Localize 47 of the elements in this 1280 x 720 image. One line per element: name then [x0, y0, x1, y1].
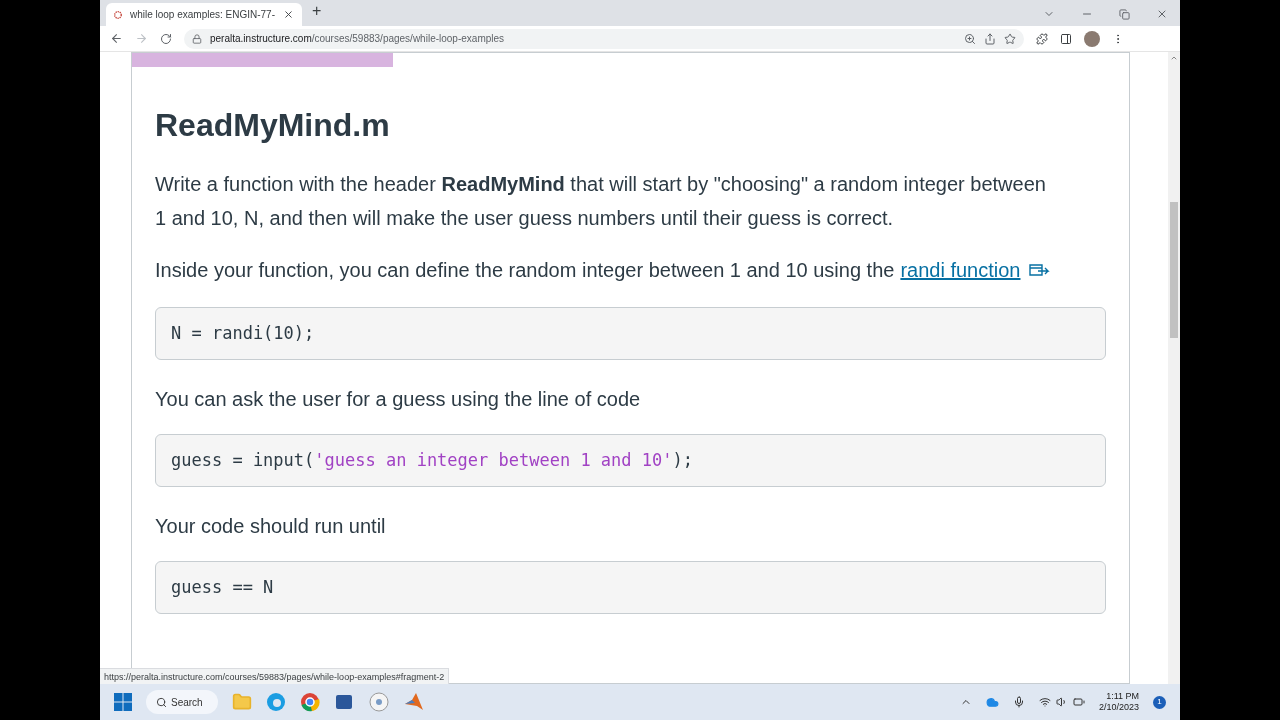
- lock-icon: [192, 33, 202, 44]
- new-tab-button[interactable]: +: [312, 0, 322, 23]
- search-icon: [156, 696, 167, 708]
- reload-icon[interactable]: [160, 32, 172, 45]
- matlab-icon[interactable]: [404, 692, 424, 712]
- restore-icon[interactable]: [1119, 8, 1130, 20]
- bookmark-icon[interactable]: [1004, 32, 1016, 45]
- recorder-icon[interactable]: [368, 691, 390, 713]
- cloud-icon[interactable]: [985, 695, 999, 709]
- code-block: guess == N: [155, 561, 1106, 614]
- tab-title: while loop examples: ENGIN-77-: [129, 8, 275, 22]
- date-text: 2/10/2023: [1098, 702, 1139, 713]
- edge-icon[interactable]: [266, 692, 286, 712]
- microphone-icon[interactable]: [1012, 696, 1025, 708]
- share-icon[interactable]: [984, 32, 996, 45]
- start-icon[interactable]: [114, 693, 132, 711]
- wifi-icon[interactable]: [1038, 696, 1051, 708]
- paragraph: Inside your function, you can define the random integer between 1 and 10 using the: [155, 258, 895, 283]
- code-block: N = randi(10);: [155, 307, 1106, 360]
- scroll-up-icon[interactable]: [1170, 54, 1178, 62]
- site-icon: [114, 8, 122, 21]
- code-block: guess = input('guess an integer between 1 and 10');: [155, 434, 1106, 487]
- close-icon[interactable]: [283, 9, 294, 20]
- notification-badge[interactable]: 1: [1153, 695, 1166, 709]
- url-text: peralta.instructure.com/courses/59883/pages/while-loop-examples: [210, 32, 505, 46]
- zoom-icon[interactable]: [964, 32, 976, 45]
- chrome-icon[interactable]: [300, 692, 320, 712]
- search-field[interactable]: Search: [146, 690, 218, 714]
- browser-tab[interactable]: while loop examples: ENGIN-77-: [106, 3, 302, 26]
- scroll-thumb[interactable]: [1170, 202, 1178, 338]
- extensions-icon[interactable]: [1036, 32, 1048, 45]
- randi-link[interactable]: randi function: [900, 253, 1021, 287]
- paragraph: Your code should run until: [155, 514, 387, 539]
- search-label: Search: [171, 695, 203, 710]
- back-icon[interactable]: [110, 32, 123, 45]
- time-text: 1:11 PM: [1106, 691, 1139, 702]
- clock[interactable]: 1:11 PM 2/10/2023: [1098, 691, 1139, 713]
- volume-icon[interactable]: [1055, 696, 1068, 708]
- page-heading: ReadMyMind.m: [155, 107, 391, 143]
- external-link-icon: [1028, 262, 1051, 278]
- close-window-icon[interactable]: [1156, 8, 1168, 20]
- paragraph: You can ask the user for a guess using the line of code: [155, 387, 642, 412]
- profile-avatar[interactable]: [1084, 30, 1100, 47]
- status-url: https://peralta.instructure.com/courses/59883/pages/while-loop-examples#fragment-2: [100, 668, 450, 684]
- side-panel-icon[interactable]: [1060, 32, 1072, 45]
- address-bar[interactable]: peralta.instructure.com/courses/59883/pages/while-loop-examples: [184, 28, 1024, 49]
- paragraph: Write a function with the header ReadMyMind that will start by "choosing" a random integer between 1 and 10, N, and then will make the user guess numbers until their guess is correct.: [155, 172, 1047, 231]
